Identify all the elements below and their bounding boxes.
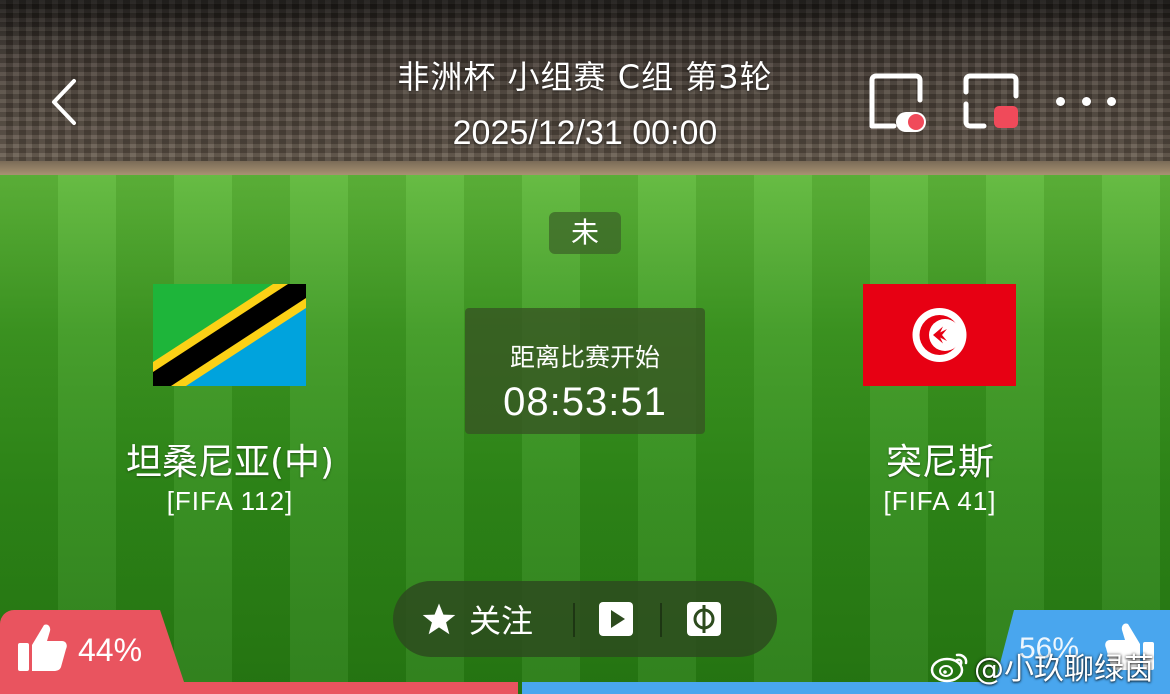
dot-icon: [1056, 96, 1065, 106]
floating-window-icon: [869, 73, 926, 132]
watermark-text: @小玖聊绿茵: [974, 652, 1154, 687]
thumbs-up-icon[interactable]: [16, 621, 68, 673]
countdown-panel: 距离比赛开始 08:53:51: [465, 308, 705, 434]
picture-in-picture-icon: [963, 73, 1019, 129]
pitch-icon: [687, 602, 721, 636]
action-bar: 关注: [393, 581, 777, 657]
video-button[interactable]: [598, 601, 634, 637]
home-team-flag[interactable]: [153, 284, 306, 386]
divider: [573, 603, 575, 637]
home-team-rank: [FIFA 112]: [166, 486, 294, 516]
countdown-timer: 08:53:51: [503, 380, 667, 424]
pitch-view-button[interactable]: [686, 601, 722, 637]
watermark: @小玖聊绿茵: [930, 646, 1154, 687]
weibo-logo-icon: [930, 653, 968, 683]
away-team-name[interactable]: 突尼斯: [810, 433, 1070, 485]
follow-label: 关注: [469, 602, 534, 640]
home-team-name[interactable]: 坦桑尼亚(中): [100, 433, 360, 485]
away-team-flag[interactable]: [863, 284, 1016, 386]
follow-button[interactable]: 关注: [421, 581, 533, 657]
match-status-badge: 未: [549, 212, 621, 254]
tunisia-flag-icon: [863, 284, 1016, 386]
floating-window-button[interactable]: [864, 70, 926, 132]
divider: [660, 603, 662, 637]
home-vote-bar: [0, 682, 518, 694]
dot-icon: [1107, 96, 1116, 106]
picture-in-picture-button[interactable]: [960, 70, 1022, 132]
countdown-label: 距离比赛开始: [509, 343, 660, 372]
away-team-rank: [FIFA 41]: [883, 486, 997, 516]
tanzania-flag-icon: [153, 284, 306, 386]
play-icon: [599, 602, 633, 636]
star-icon: [422, 603, 456, 635]
top-fade: [0, 0, 1170, 40]
more-options-button[interactable]: [1056, 86, 1116, 116]
dot-icon: [1081, 96, 1091, 106]
home-vote-percent: 44%: [78, 632, 143, 668]
